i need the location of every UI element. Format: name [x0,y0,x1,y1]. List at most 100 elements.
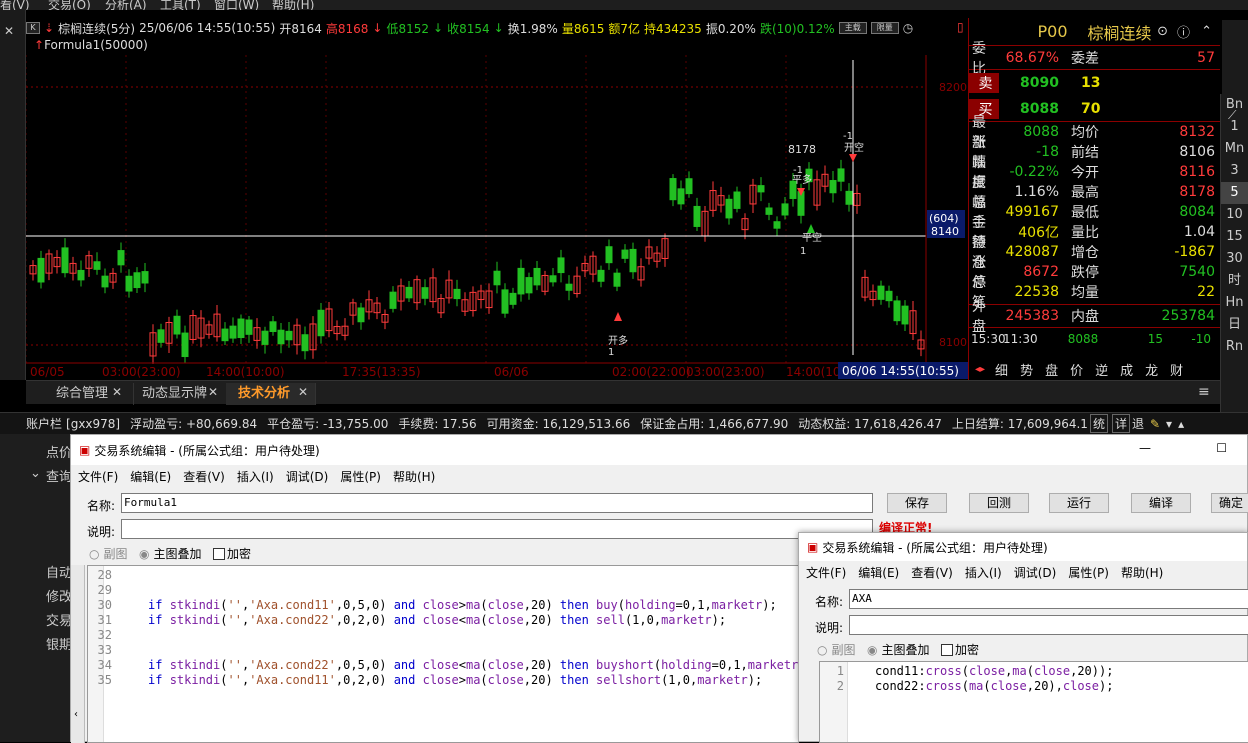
editor-menu-item[interactable]: 文件(F) [806,564,846,581]
ask-row[interactable]: 卖 8090 13 [969,70,1220,96]
kline-chart[interactable]: 8200 (604) 8140 8100 8178 -1 开空 -1 平多 平空… [26,55,968,380]
close-icon[interactable]: ✕ [4,24,14,38]
editor-menu-item[interactable]: 调试(D) [286,468,329,485]
editor-menu-item[interactable]: 调试(D) [1014,564,1057,581]
code-line[interactable]: cond22:cross(ma(close,20),close); [875,679,1113,693]
name-input[interactable]: Formula1 [121,493,873,513]
code-line[interactable]: if stkindi('','Axa.cond22',0,5,0) and cl… [148,658,798,672]
editor-menu-item[interactable]: 帮助(H) [393,468,435,485]
quote-tab[interactable]: 细 [995,360,1008,379]
menu-window[interactable]: 窗口(W) [214,0,259,10]
period-button[interactable]: 30 [1221,248,1248,270]
editor-menu-item[interactable]: 查看(V) [911,564,953,581]
nav-query[interactable]: 查询 [46,466,72,485]
editor-menu-item[interactable]: 插入(I) [237,468,274,485]
candle [37,257,45,283]
quote-tab[interactable]: 逆 [1095,360,1108,379]
desc-input[interactable] [849,615,1248,635]
quote-tab[interactable]: 成 [1120,360,1133,379]
info-icon[interactable]: ⓘ [1177,22,1190,41]
maximize-icon[interactable]: ☐ [1216,441,1227,455]
menu-trade[interactable]: 交易(O) [48,0,91,10]
period-button[interactable]: Rn [1221,336,1248,358]
period-button[interactable]: 5 [1221,182,1248,204]
editor-menu-item[interactable]: 编辑(E) [130,468,171,485]
quote-tab[interactable]: 龙 [1145,360,1158,379]
prev-icon[interactable]: ◂▸ [975,364,985,375]
quote-tab[interactable]: 财 [1170,360,1183,379]
period-button[interactable]: 时 [1221,270,1248,292]
detail-button[interactable]: 详 [1111,414,1130,433]
period-button[interactable]: 15 [1221,226,1248,248]
nav-quote[interactable]: 点价 [46,442,72,461]
tab-close-icon[interactable]: ✕ [298,385,308,399]
limit-button[interactable]: 限量 [870,22,899,34]
editor-menu-item[interactable]: 查看(V) [183,468,225,485]
stats-button[interactable]: 统 [1089,414,1108,433]
period-button[interactable]: 10 [1221,204,1248,226]
code-editor[interactable]: 1 cond11:cross(close,ma(close,20)); 2 cond2… [819,661,1248,743]
quote-panel: ▯ P00 棕榈连续 ⊙ ⓘ ⌃ 委比 68.67% 委差 57 卖 8090 … [957,18,1220,380]
main-load-button[interactable]: 主载 [838,22,867,34]
menu-icon[interactable]: ≡ [1198,384,1210,400]
nav-trade[interactable]: 交易 [46,610,72,629]
scroll-left-icon[interactable]: ‹ [74,709,78,720]
subchart-radio[interactable]: ○ 副图 [817,641,856,658]
exit-button[interactable]: 退 [1132,415,1144,432]
code-editor[interactable]: 28 29 30 if stkindi('','Axa.cond11',0,5,0) … [87,565,799,743]
code-line[interactable]: cond11:cross(close,ma(close,20)); [875,664,1113,678]
quote-tab[interactable]: 价 [1070,360,1083,379]
code-line[interactable]: if stkindi('','Axa.cond11',0,5,0) and cl… [148,598,777,612]
menu-analysis[interactable]: 分析(A) [105,0,147,10]
editor-menu-item[interactable]: 帮助(H) [1121,564,1163,581]
collapse-icon[interactable]: ⌃ [1201,24,1212,39]
period-button[interactable]: Hn [1221,292,1248,314]
chevron-down-icon[interactable]: ⌄ [30,466,41,481]
editor-scrollbar[interactable]: ‹ [71,565,85,743]
period-button[interactable]: 3 [1221,160,1248,182]
compile-button[interactable]: 编译 [1131,493,1191,513]
save-button[interactable]: 保存 [887,493,947,513]
tool-icon[interactable]: ✎ [1150,417,1160,431]
code-line[interactable]: if stkindi('','Axa.cond22',0,2,0) and cl… [148,613,726,627]
ok-button[interactable]: 确定 [1211,493,1248,513]
dropdown-icon[interactable]: ▾ [1166,417,1172,431]
period-button[interactable]: 日 [1221,314,1248,336]
code-line[interactable]: if stkindi('','Axa.cond11',0,2,0) and cl… [148,673,762,687]
quote-tab[interactable]: 盘 [1045,360,1058,379]
tab-close-icon[interactable]: ✕ [112,385,122,399]
editor-menu-item[interactable]: 属性(P) [340,468,381,485]
candle [157,329,165,343]
name-input[interactable]: AXA [849,589,1248,609]
line-icon[interactable]: ⟋ [1228,108,1236,123]
editor-menu-item[interactable]: 属性(P) [1068,564,1109,581]
settings-icon[interactable]: ⊙ [1157,24,1168,39]
bid-row[interactable]: 买 8088 70 [969,96,1220,122]
k-icon[interactable]: K [26,22,40,34]
nav-modify[interactable]: 修改 [46,586,72,605]
menu-help[interactable]: 帮助(H) [272,0,314,10]
run-button[interactable]: 运行 [1049,493,1109,513]
candle [549,275,557,283]
quote-tab[interactable]: 势 [1020,360,1033,379]
panel-toggle-icon[interactable]: ▯ [957,20,964,34]
menu-view[interactable]: 看(V) [0,0,30,10]
subchart-radio[interactable]: ○ 副图 [89,545,128,562]
encrypt-checkbox[interactable]: 加密 [213,545,251,562]
minimize-icon[interactable]: — [1139,441,1151,455]
period-button[interactable]: Mn [1221,138,1248,160]
editor-menu-item[interactable]: 文件(F) [78,468,118,485]
menu-tools[interactable]: 工具(T) [160,0,201,10]
encrypt-checkbox[interactable]: 加密 [941,641,979,658]
tab-close-icon[interactable]: ✕ [208,385,218,399]
clock-icon[interactable]: ◷ [903,21,913,35]
nav-auto[interactable]: 自动 [46,562,72,581]
up-icon[interactable]: ▴ [1178,417,1184,431]
main-overlay-radio[interactable]: ◉ 主图叠加 [867,641,930,658]
editor-menu-item[interactable]: 插入(I) [965,564,1002,581]
nav-bank[interactable]: 银期 [46,634,72,653]
editor-menu-item[interactable]: 编辑(E) [858,564,899,581]
backtest-button[interactable]: 回测 [969,493,1029,513]
main-overlay-radio[interactable]: ◉ 主图叠加 [139,545,202,562]
desc-input[interactable] [121,519,873,539]
